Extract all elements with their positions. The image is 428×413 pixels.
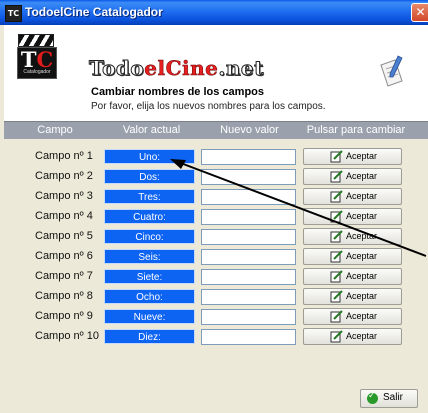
check-icon: [367, 391, 378, 404]
annotation-arrow: [170, 159, 427, 257]
app-window: TC TodoelCine Catalogador ✕ TC Catalogad…: [0, 0, 428, 413]
exit-label: Salir: [383, 392, 404, 403]
exit-button[interactable]: Salir: [360, 389, 418, 408]
